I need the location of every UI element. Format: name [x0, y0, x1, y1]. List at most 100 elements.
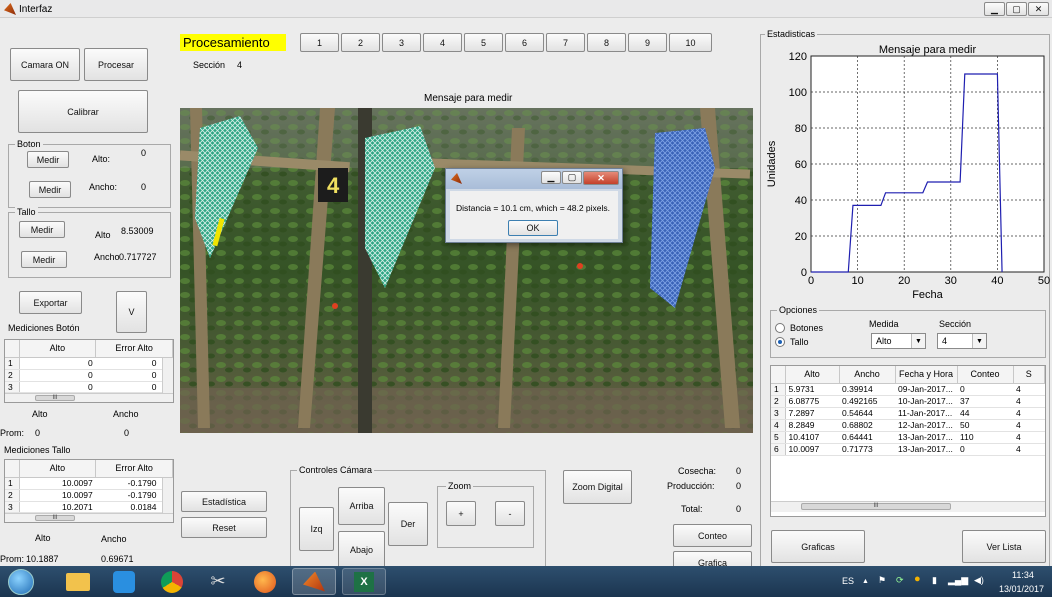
flag-icon[interactable]: ⚑	[878, 575, 886, 586]
snipping-tool-icon[interactable]: ✂	[196, 568, 240, 595]
table-row[interactable]: 3 7.2897 0.54644 11-Jan-2017... 44 4	[771, 407, 1045, 420]
column-header[interactable]: Error Alto	[95, 340, 173, 358]
minimize-button[interactable]: ▁	[984, 2, 1005, 16]
boton-measure-ancho-button[interactable]: Medir	[29, 181, 71, 198]
tray-up-arrow-icon[interactable]: ▲	[862, 576, 869, 587]
camera-right-button[interactable]: Der	[388, 502, 428, 546]
column-header[interactable]: Alto	[19, 460, 97, 478]
column-header[interactable]: S	[1013, 366, 1045, 384]
table-row[interactable]: 6 10.0097 0.71773 13-Jan-2017... 0 4	[771, 443, 1045, 456]
table-row[interactable]: 4 8.2849 0.68802 12-Jan-2017... 50 4	[771, 419, 1045, 432]
tallo-measure-ancho-button[interactable]: Medir	[21, 251, 67, 268]
x-tick-label: 50	[1038, 275, 1050, 287]
column-header[interactable]: Error Alto	[95, 460, 173, 478]
camera-down-button[interactable]: Abajo	[338, 531, 385, 569]
table-row[interactable]: 100	[5, 357, 173, 370]
clock-date[interactable]: 13/01/2017	[999, 584, 1044, 595]
table-row[interactable]: 200	[5, 369, 173, 382]
table-row[interactable]: 300	[5, 381, 173, 393]
horizontal-scrollbar[interactable]: III	[5, 393, 173, 402]
export-button[interactable]: Exportar	[19, 291, 82, 314]
vertical-scrollbar[interactable]	[162, 478, 173, 514]
radio-botones[interactable]	[775, 323, 785, 333]
reset-button[interactable]: Reset	[181, 517, 267, 538]
graphs-button[interactable]: Graficas	[771, 530, 865, 563]
section-button-3[interactable]: 3	[382, 33, 421, 52]
measurements-list-table[interactable]: Alto Ancho Fecha y Hora Conteo S 1 5.9731…	[770, 365, 1046, 517]
notification-icon[interactable]: ●	[914, 574, 921, 585]
column-header[interactable]: Alto	[19, 340, 97, 358]
section-button-10[interactable]: 10	[669, 33, 712, 52]
table-row[interactable]: 1 10.0097 -0.1790	[5, 477, 173, 490]
media-player-icon[interactable]	[102, 568, 146, 595]
seccion-label: Sección	[939, 319, 972, 329]
count-button[interactable]: Conteo	[673, 524, 752, 547]
seccion-select[interactable]: 4 ▼	[937, 333, 987, 349]
section-button-5[interactable]: 5	[464, 33, 503, 52]
section-button-8[interactable]: 8	[587, 33, 626, 52]
vertical-scrollbar[interactable]	[162, 358, 173, 394]
boton-measurements-table[interactable]: Alto Error Alto 100 200 300 III	[4, 339, 174, 403]
camera-up-button[interactable]: Arriba	[338, 487, 385, 525]
language-indicator[interactable]: ES	[842, 576, 854, 587]
signal-icon[interactable]: ▂▄▆	[948, 575, 968, 586]
zoom-in-button[interactable]: +	[446, 501, 476, 526]
zoom-title: Zoom	[446, 480, 474, 492]
sync-icon[interactable]: ⟳	[896, 575, 904, 586]
y-tick-label: 80	[795, 123, 807, 135]
y-axis-label: Unidades	[766, 140, 778, 187]
section-button-4[interactable]: 4	[423, 33, 462, 52]
column-header[interactable]: Ancho	[839, 366, 896, 384]
column-header[interactable]: Fecha y Hora	[895, 366, 958, 384]
tallo-measure-alto-button[interactable]: Medir	[19, 221, 65, 238]
digital-zoom-button[interactable]: Zoom Digital	[563, 470, 632, 504]
table-row[interactable]: 1 5.9731 0.39914 09-Jan-2017... 0 4	[771, 383, 1045, 396]
dialog-ok-button[interactable]: OK	[508, 220, 558, 236]
close-button[interactable]: ✕	[1028, 2, 1049, 16]
dialog-maximize-button[interactable]: ▢	[562, 171, 582, 184]
statistics-button[interactable]: Estadística	[181, 491, 267, 512]
volume-icon[interactable]: ◀)	[974, 575, 984, 586]
column-header[interactable]: Conteo	[957, 366, 1014, 384]
tallo-panel: Tallo Medir Alto 8.53009 Medir Ancho 0.7…	[8, 206, 171, 278]
matlab-icon[interactable]	[292, 568, 336, 595]
v-button[interactable]: V	[116, 291, 147, 333]
view-list-button[interactable]: Ver Lista	[962, 530, 1046, 563]
horizontal-scrollbar[interactable]: III	[771, 501, 1045, 512]
battery-icon[interactable]: ▮	[932, 575, 937, 586]
excel-icon[interactable]: X	[342, 568, 386, 595]
boton-measure-alto-button[interactable]: Medir	[27, 151, 69, 168]
medida-select[interactable]: Alto ▼	[871, 333, 926, 349]
table-row[interactable]: 3 10.2071 0.0184	[5, 501, 173, 513]
table-row[interactable]: 5 10.4107 0.64441 13-Jan-2017... 110 4	[771, 431, 1045, 444]
section-button-7[interactable]: 7	[546, 33, 585, 52]
table-row[interactable]: 2 10.0097 -0.1790	[5, 489, 173, 502]
boton-alto-label: Alto:	[92, 154, 111, 164]
calibrate-button[interactable]: Calibrar	[18, 90, 148, 133]
section-button-1[interactable]: 1	[300, 33, 339, 52]
column-header[interactable]: Alto	[785, 366, 840, 384]
process-button[interactable]: Procesar	[84, 48, 148, 81]
file-explorer-icon[interactable]	[56, 568, 100, 595]
firefox-icon[interactable]	[243, 568, 287, 595]
horizontal-scrollbar[interactable]: III	[5, 513, 173, 522]
statistics-chart[interactable]: 0 10 20 30 40 50 0 20 40 60 80 100 120 Mensaje para m…	[762, 40, 1050, 298]
maximize-button[interactable]: ▢	[1006, 2, 1027, 16]
start-icon[interactable]	[3, 568, 39, 595]
table-row[interactable]: 2 6.08775 0.492165 10-Jan-2017... 37 4	[771, 395, 1045, 408]
tallo-measurements-table[interactable]: Alto Error Alto 1 10.0097 -0.1790 2 10.0097-…	[4, 459, 174, 523]
tallo-panel-title: Tallo	[15, 206, 38, 218]
camera-on-button[interactable]: Camara ON	[10, 48, 80, 81]
camera-image[interactable]: 4	[180, 108, 753, 433]
radio-tallo[interactable]	[775, 337, 785, 347]
camera-controls-title: Controles Cámara	[297, 464, 375, 476]
section-button-9[interactable]: 9	[628, 33, 667, 52]
section-button-6[interactable]: 6	[505, 33, 544, 52]
zoom-out-button[interactable]: -	[495, 501, 525, 526]
camera-left-button[interactable]: Izq	[299, 507, 334, 551]
dialog-close-button[interactable]: ✕	[583, 171, 619, 185]
chrome-icon[interactable]	[150, 568, 194, 595]
clock-time[interactable]: 11:34	[1012, 570, 1034, 581]
section-button-2[interactable]: 2	[341, 33, 380, 52]
dialog-minimize-button[interactable]: ▁	[541, 171, 561, 184]
